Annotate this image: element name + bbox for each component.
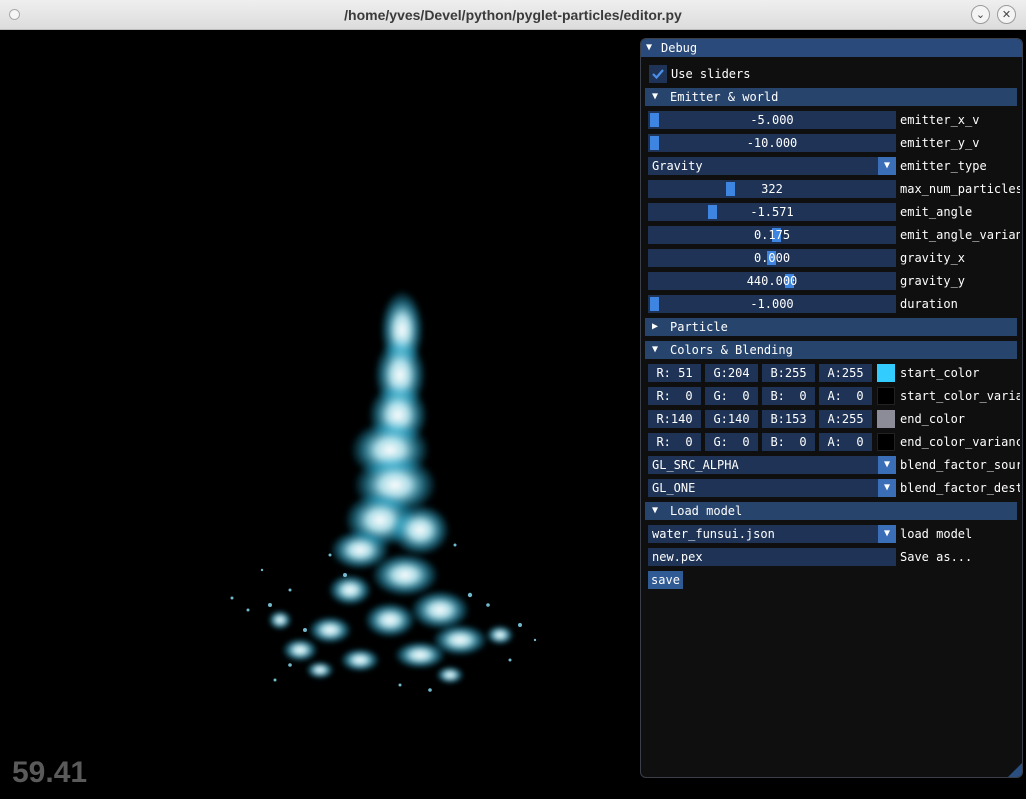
end-color-variance-a[interactable]: A: 0 — [819, 433, 872, 451]
max-num-particles-label: max_num_particles — [900, 182, 1020, 196]
emitter-x-v-label: emitter_x_v — [900, 113, 980, 127]
gravity-y-label: gravity_y — [900, 274, 966, 288]
dropdown-arrow-icon[interactable]: ▼ — [878, 525, 896, 543]
start-color-b[interactable]: B:255 — [762, 364, 815, 382]
expanded-arrow-icon: ▼ — [652, 344, 659, 355]
end-color-variance-label: end_color_varianc — [900, 435, 1020, 449]
load-model-combo[interactable]: water_funsui.json ▼ — [648, 525, 896, 543]
emitter-y-v-slider[interactable]: -10.000 — [648, 134, 896, 152]
emitter-y-v-label: emitter_y_v — [900, 136, 980, 150]
checkmark-icon — [652, 69, 664, 80]
collapse-arrow-icon[interactable]: ▼ — [646, 39, 652, 57]
duration-slider[interactable]: -1.000 — [648, 295, 896, 313]
section-colors-blending[interactable]: ▼ Colors & Blending — [645, 341, 1017, 359]
start-color-r[interactable]: R: 51 — [648, 364, 701, 382]
end-color-b[interactable]: B:153 — [762, 410, 815, 428]
blend-factor-dest-combo[interactable]: GL_ONE ▼ — [648, 479, 896, 497]
blend-factor-dest-label: blend_factor_dest — [900, 481, 1020, 495]
emitter-type-label: emitter_type — [900, 159, 987, 173]
gravity-x-label: gravity_x — [900, 251, 966, 265]
resize-grip[interactable] — [1008, 763, 1022, 777]
end-color-swatch[interactable] — [877, 410, 895, 428]
close-button[interactable]: ✕ — [997, 5, 1016, 24]
emit-angle-slider[interactable]: -1.571 — [648, 203, 896, 221]
blend-factor-source-combo[interactable]: GL_SRC_ALPHA ▼ — [648, 456, 896, 474]
start-color-a[interactable]: A:255 — [819, 364, 872, 382]
gravity-x-slider[interactable]: 0.000 — [648, 249, 896, 267]
use-sliders-checkbox[interactable] — [649, 65, 667, 83]
start-color-g[interactable]: G:204 — [705, 364, 758, 382]
debug-panel[interactable]: ▼ Debug Use sliders ▼ Emitter & world -5… — [640, 38, 1023, 778]
minimize-button[interactable]: ⌄ — [971, 5, 990, 24]
emitter-x-v-slider[interactable]: -5.000 — [648, 111, 896, 129]
start-color-variance-label: start_color_varia — [900, 389, 1020, 403]
end-color-a[interactable]: A:255 — [819, 410, 872, 428]
section-emitter-world[interactable]: ▼ Emitter & world — [645, 88, 1017, 106]
use-sliders-label: Use sliders — [671, 67, 751, 81]
save-as-label: Save as... — [900, 550, 973, 564]
save-button[interactable]: save — [648, 571, 683, 589]
panel-title: Debug — [661, 41, 698, 55]
section-load-model[interactable]: ▼ Load model — [645, 502, 1017, 520]
section-particle[interactable]: ▶ Particle — [645, 318, 1017, 336]
emit-angle-label: emit_angle — [900, 205, 973, 219]
save-as-input[interactable]: new.pex — [648, 548, 896, 566]
collapsed-arrow-icon: ▶ — [652, 321, 659, 332]
dropdown-arrow-icon[interactable]: ▼ — [878, 479, 896, 497]
start-color-variance-r[interactable]: R: 0 — [648, 387, 701, 405]
end-color-variance-b[interactable]: B: 0 — [762, 433, 815, 451]
expanded-arrow-icon: ▼ — [652, 91, 659, 102]
emit-angle-variance-label: emit_angle_varian — [900, 228, 1020, 242]
end-color-variance-r[interactable]: R: 0 — [648, 433, 701, 451]
load-model-label: load model — [900, 527, 973, 541]
max-num-particles-slider[interactable]: 322 — [648, 180, 896, 198]
start-color-variance-g[interactable]: G: 0 — [705, 387, 758, 405]
title-bar: /home/yves/Devel/python/pyglet-particles… — [0, 0, 1026, 30]
dropdown-arrow-icon[interactable]: ▼ — [878, 157, 896, 175]
end-color-variance-swatch[interactable] — [877, 433, 895, 451]
fps-counter: 59.41 — [12, 756, 88, 789]
start-color-variance-a[interactable]: A: 0 — [819, 387, 872, 405]
expanded-arrow-icon: ▼ — [652, 505, 659, 516]
emitter-type-combo[interactable]: Gravity ▼ — [648, 157, 896, 175]
dropdown-arrow-icon[interactable]: ▼ — [878, 456, 896, 474]
end-color-r[interactable]: R:140 — [648, 410, 701, 428]
end-color-g[interactable]: G:140 — [705, 410, 758, 428]
start-color-variance-b[interactable]: B: 0 — [762, 387, 815, 405]
app-window: /home/yves/Devel/python/pyglet-particles… — [0, 0, 1026, 799]
particle-effect — [230, 290, 537, 692]
blend-factor-source-label: blend_factor_sour — [900, 458, 1020, 472]
end-color-variance-g[interactable]: G: 0 — [705, 433, 758, 451]
particle-cloud — [268, 290, 514, 684]
end-color-label: end_color — [900, 412, 966, 426]
start-color-variance-swatch[interactable] — [877, 387, 895, 405]
panel-title-bar[interactable]: ▼ Debug — [641, 39, 1022, 57]
emit-angle-variance-slider[interactable]: 0.175 — [648, 226, 896, 244]
gravity-y-slider[interactable]: 440.000 — [648, 272, 896, 290]
duration-label: duration — [900, 297, 958, 311]
start-color-label: start_color — [900, 366, 980, 380]
start-color-swatch[interactable] — [877, 364, 895, 382]
window-title: /home/yves/Devel/python/pyglet-particles… — [344, 7, 682, 23]
